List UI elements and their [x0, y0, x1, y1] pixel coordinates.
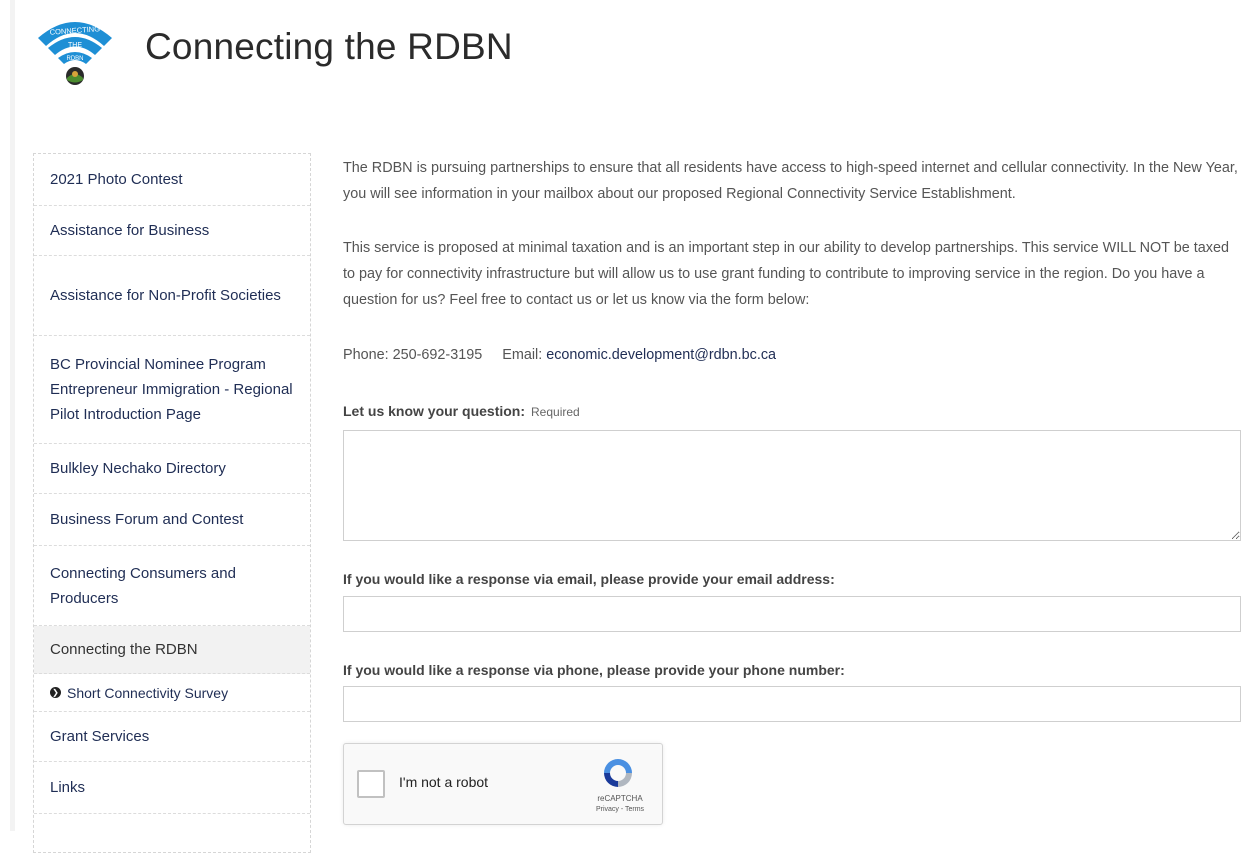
email-link[interactable]: economic.development@rdbn.bc.ca — [546, 347, 776, 363]
sidebar-item-links[interactable]: Links — [34, 762, 310, 814]
email-field[interactable] — [343, 596, 1241, 632]
sidebar-item-photo-contest[interactable]: 2021 Photo Contest — [34, 154, 310, 206]
email-label: Email: — [502, 347, 543, 363]
recaptcha-widget: I'm not a robot reCAPTCHA Privacy - Term… — [343, 743, 663, 825]
recaptcha-checkbox[interactable] — [357, 770, 385, 798]
logo-text-mid: THE — [68, 42, 82, 49]
phone-text: Phone: 250-692-3195 — [343, 347, 483, 363]
sidebar-item-assistance-nonprofit[interactable]: Assistance for Non-Profit Societies — [34, 256, 310, 336]
intro-paragraph: The RDBN is pursuing partnerships to ens… — [343, 160, 1238, 202]
sidebar-nav: 2021 Photo Contest Assistance for Busine… — [33, 153, 311, 853]
sidebar-subitem-connectivity-survey[interactable]: ❯ Short Connectivity Survey — [34, 674, 310, 712]
phone-field-label: If you would like a response via phone, … — [343, 662, 845, 678]
question-label: Let us know your question: Required — [343, 403, 580, 419]
recaptcha-privacy-terms[interactable]: Privacy - Terms — [580, 806, 660, 813]
contact-line: Phone: 250-692-3195 Email: economic.deve… — [343, 347, 776, 363]
sidebar-subitem-label: Short Connectivity Survey — [67, 684, 229, 701]
question-label-text: Let us know your question: — [343, 403, 526, 419]
recaptcha-label: I'm not a robot — [399, 774, 489, 790]
page-title: Connecting the RDBN — [145, 26, 513, 67]
required-indicator: Required — [531, 405, 580, 419]
logo-text-bot: RDBN — [66, 56, 83, 62]
sidebar-item-consumers-producers[interactable]: Connecting Consumers and Producers — [34, 546, 310, 626]
rdbn-logo: CONNECTING THE RDBN — [38, 22, 112, 85]
sidebar-item-business-forum[interactable]: Business Forum and Contest — [34, 494, 310, 546]
email-field-label: If you would like a response via email, … — [343, 571, 835, 587]
recaptcha-icon — [604, 759, 632, 787]
phone-field[interactable] — [343, 686, 1241, 722]
page-left-rule — [10, 0, 15, 831]
sidebar-item-bc-pnp[interactable]: BC Provincial Nominee Program Entreprene… — [34, 336, 310, 444]
chevron-right-icon: ❯ — [50, 687, 61, 698]
sidebar-item-directory[interactable]: Bulkley Nechako Directory — [34, 444, 310, 494]
question-textarea[interactable] — [343, 430, 1241, 541]
sidebar-item-assistance-business[interactable]: Assistance for Business — [34, 206, 310, 256]
recaptcha-brand: reCAPTCHA — [597, 794, 643, 803]
sidebar-item-grant-services[interactable]: Grant Services — [34, 712, 310, 762]
service-paragraph: This service is proposed at minimal taxa… — [343, 240, 1229, 308]
sidebar-item-connecting-rdbn[interactable]: Connecting the RDBN — [34, 626, 310, 674]
